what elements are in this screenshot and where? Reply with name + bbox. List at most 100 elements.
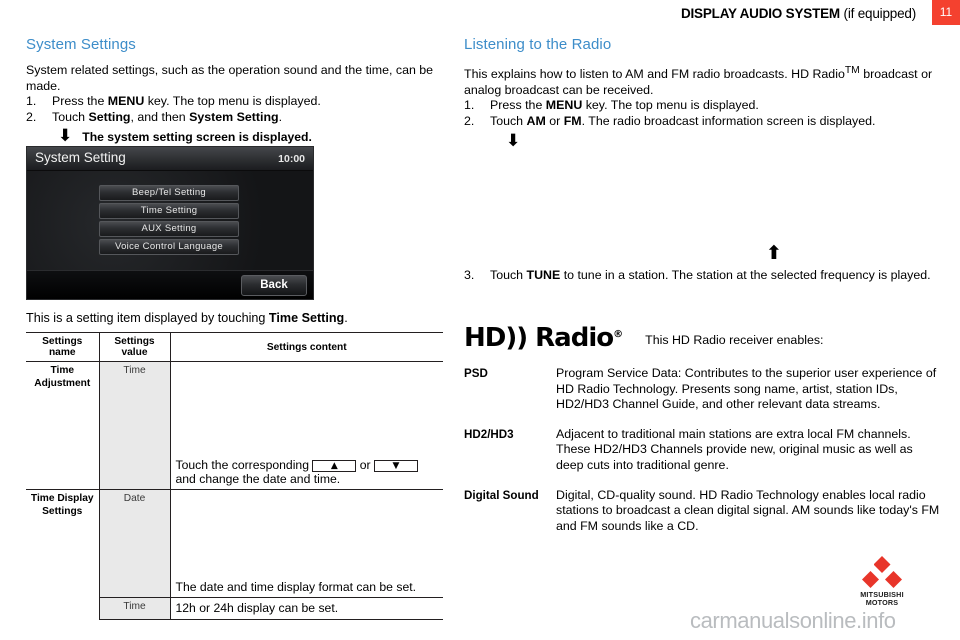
- feature-row-psd: PSD Program Service Data: Contributes to…: [464, 366, 942, 413]
- hd-radio-logo-text: HD)) Radio: [464, 323, 614, 353]
- diamond-top: [873, 556, 891, 573]
- feature-row-hd2-hd3: HD2/HD3 Adjacent to traditional main sta…: [464, 427, 942, 474]
- footer-watermark: carmanualsonline.info: [690, 608, 896, 633]
- settings-name-line-2: Settings: [42, 505, 83, 517]
- step-number: 2.: [26, 109, 37, 124]
- step-text-post: key. The top menu is displayed.: [144, 94, 321, 109]
- device-back-button[interactable]: Back: [241, 275, 307, 296]
- right-intro-text: This explains how to listen to AM and FM…: [464, 63, 942, 98]
- feature-description: Digital, CD-quality sound. HD Radio Tech…: [556, 487, 940, 533]
- settings-name-line-1: Time Display: [30, 493, 94, 504]
- content-text-mid: or: [356, 457, 374, 472]
- device-titlebar: System Setting 10:00: [27, 147, 313, 171]
- cell-settings-content: Touch the corresponding ▲ or ▼ and chang…: [170, 361, 443, 490]
- feature-term: HD2/HD3: [464, 427, 514, 441]
- settings-content-text: The date and time display format can be …: [175, 580, 417, 595]
- settings-table-body: Time Adjustment Time Touch the correspon…: [26, 361, 443, 620]
- table-intro-pre: This is a setting item displayed by touc…: [26, 311, 269, 325]
- arrow-down-icon: ⬇: [58, 126, 73, 147]
- step-3-text: Touch TUNE to tune in a station. The sta…: [464, 268, 934, 284]
- step-text-pre: Touch: [490, 113, 527, 128]
- content-text-line2: and change the date and time.: [175, 472, 341, 487]
- step-text-post: .: [278, 109, 283, 124]
- right-step-3: 3. Touch TUNE to tune in a station. The …: [464, 268, 934, 284]
- right-intro-pre: This explains how to listen to AM and FM…: [464, 67, 845, 82]
- cell-settings-content: 12h or 24h display can be set.: [170, 597, 443, 620]
- step-text-mid: , and then: [130, 109, 190, 124]
- table-intro-text: This is a setting item displayed by touc…: [26, 311, 348, 325]
- settings-content-text: Touch the corresponding ▲ or ▼ and chang…: [176, 458, 442, 487]
- settings-table-head: Settings name Settings value Settings co…: [26, 332, 443, 362]
- step-number: 2.: [464, 113, 475, 128]
- settings-name-line-2: Adjustment: [34, 377, 91, 389]
- left-arrow-row: ⬇ The system setting screen is displayed…: [58, 126, 444, 147]
- arrow-down-icon: ⬇: [506, 130, 521, 151]
- device-button-aux-setting[interactable]: AUX Setting: [99, 221, 239, 237]
- header-title-bold: DISPLAY AUDIO SYSTEM: [680, 6, 840, 21]
- settings-table: Settings name Settings value Settings co…: [26, 332, 443, 620]
- feature-row-digital-sound: Digital Sound Digital, CD-quality sound.…: [464, 488, 942, 535]
- hd-radio-logo-block: HD)) Radio® This HD Radio receiver enabl…: [464, 322, 824, 351]
- step-key-system-setting: System Setting: [189, 109, 279, 124]
- hd-radio-caption: This HD Radio receiver enables:: [645, 332, 824, 347]
- column-header-settings-value: Settings value: [99, 332, 171, 362]
- step-text-post: . The radio broadcast information screen…: [581, 113, 876, 128]
- device-button-time-setting[interactable]: Time Setting: [99, 203, 239, 219]
- table-row: Time Adjustment Time Touch the correspon…: [26, 361, 443, 490]
- diamond-left: [862, 571, 879, 588]
- arrow-down-key-icon[interactable]: ▼: [373, 459, 418, 472]
- step-key-menu: MENU: [107, 94, 145, 109]
- arrow-up-key-icon[interactable]: ▲: [312, 459, 357, 472]
- step-key-tune: TUNE: [526, 268, 561, 282]
- step-text-pre: Press the: [52, 94, 108, 109]
- column-header-settings-name: Settings name: [26, 332, 100, 362]
- device-button-voice-control-language[interactable]: Voice Control Language: [99, 239, 239, 255]
- left-steps-list: 1. Press the MENU key. The top menu is d…: [26, 94, 444, 125]
- page-header: DISPLAY AUDIO SYSTEM (if equipped) 11: [0, 0, 960, 30]
- left-intro-text: System related settings, such as the ope…: [26, 63, 434, 93]
- mitsubishi-three-diamonds-icon: [856, 556, 908, 590]
- step-text-mid: or: [545, 113, 564, 128]
- column-header-settings-content: Settings content: [170, 332, 443, 362]
- device-screen-title: System Setting: [35, 150, 126, 165]
- step-key-am: AM: [526, 113, 546, 128]
- cell-settings-value: Time: [99, 597, 171, 620]
- table-header-row: Settings name Settings value Settings co…: [26, 332, 443, 362]
- section-title-listening-to-the-radio: Listening to the Radio: [464, 36, 612, 53]
- page-title: System Settings: [26, 36, 136, 53]
- feature-description: Program Service Data: Contributes to the…: [556, 366, 937, 412]
- cell-settings-value: Date: [99, 489, 171, 598]
- cell-settings-name: Time Adjustment: [26, 361, 100, 490]
- hd-radio-logo: HD)) Radio®: [464, 322, 623, 351]
- table-row: Time Display Settings Date The date and …: [26, 489, 443, 620]
- step-text-pre: Touch: [52, 109, 89, 124]
- feature-term: Digital Sound: [464, 488, 539, 502]
- cell-settings-content: The date and time display format can be …: [170, 489, 443, 598]
- left-arrow-caption: The system setting screen is displayed.: [82, 130, 312, 145]
- hd-radio-features-list: PSD Program Service Data: Contributes to…: [464, 366, 942, 548]
- step-key-fm: FM: [563, 113, 582, 128]
- left-step-1: 1. Press the MENU key. The top menu is d…: [26, 94, 444, 110]
- table-intro-bold: Time Setting: [268, 311, 345, 325]
- right-step-2: 2. Touch AM or FM. The radio broadcast i…: [464, 114, 942, 130]
- mitsubishi-motors-logo: MITSUBISHI MOTORS: [856, 556, 908, 608]
- device-screenshot-system-setting: System Setting 10:00 Beep/Tel Setting Ti…: [26, 146, 314, 300]
- device-button-beep-tel-setting[interactable]: Beep/Tel Setting: [99, 185, 239, 201]
- step-number: 1.: [464, 98, 475, 113]
- step-text-pre: Touch: [490, 268, 527, 282]
- right-column: Listening to the Radio This explains how…: [464, 36, 942, 533]
- document-header-title: DISPLAY AUDIO SYSTEM (if equipped): [681, 6, 916, 21]
- step-number: 1.: [26, 94, 37, 109]
- header-title-light: (if equipped): [843, 6, 917, 21]
- feature-description: Adjacent to traditional main stations ar…: [556, 426, 913, 472]
- mitsubishi-wordmark: MITSUBISHI MOTORS: [856, 590, 908, 608]
- step-text-pre: Press the: [490, 98, 546, 113]
- content-text-pre: Touch the corresponding: [175, 457, 313, 472]
- cell-settings-name: Time Display Settings: [26, 489, 100, 620]
- arrow-up-icon: ⬆: [766, 242, 782, 264]
- device-clock: 10:00: [278, 153, 305, 165]
- step-key-menu: MENU: [545, 98, 583, 113]
- right-step-1: 1. Press the MENU key. The top menu is d…: [464, 98, 942, 114]
- device-body: Beep/Tel Setting Time Setting AUX Settin…: [27, 171, 313, 299]
- right-arrow-row: ⬇: [506, 130, 942, 151]
